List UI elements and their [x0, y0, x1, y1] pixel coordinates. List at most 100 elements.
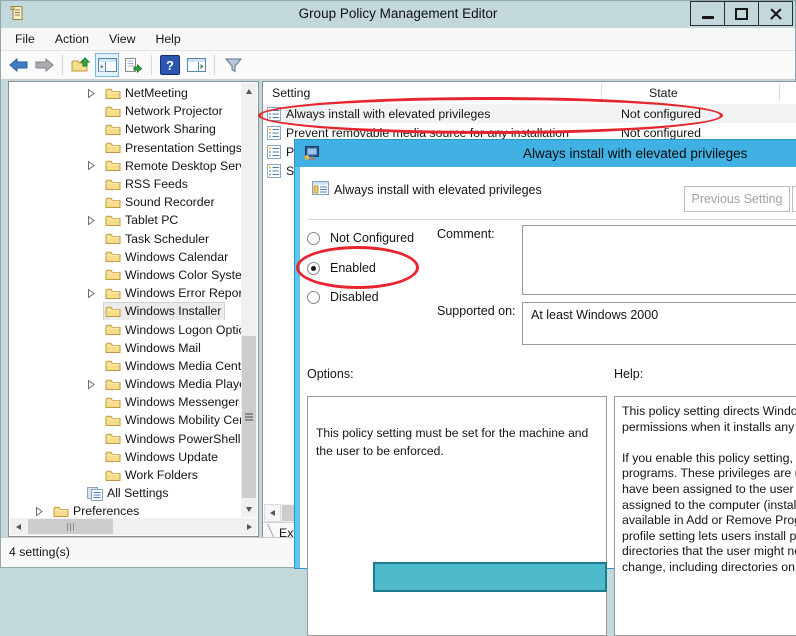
help-icon: ? [160, 55, 180, 75]
scroll-right-button[interactable] [241, 518, 257, 535]
tree-item-content[interactable]: Sound Recorder [103, 193, 219, 211]
tree-item-windows-calendar[interactable]: Windows Calendar [9, 248, 241, 266]
tree-item-content[interactable]: NetMeeting [103, 84, 192, 102]
tree-item-tablet-pc[interactable]: Tablet PC [9, 211, 241, 229]
tree-item-rss-feeds[interactable]: RSS Feeds [9, 175, 241, 193]
tree-item-label: Windows Mail [125, 341, 201, 355]
show-console-tree-button[interactable] [95, 53, 119, 77]
tree-item-content[interactable]: Windows Error Reporting [103, 284, 241, 302]
tree-item-windows-update[interactable]: Windows Update [9, 448, 241, 466]
tree-item-content[interactable]: Windows Logon Options [103, 320, 241, 338]
tree-item-network-projector[interactable]: Network Projector [9, 102, 241, 120]
tree-item-content[interactable]: Task Scheduler [103, 230, 213, 248]
tree-item-sound-recorder[interactable]: Sound Recorder [9, 193, 241, 211]
tree-item-netmeeting[interactable]: NetMeeting [9, 84, 241, 102]
expand-chevron-icon[interactable] [87, 215, 103, 226]
back-button[interactable] [6, 53, 30, 77]
tree-item-content[interactable]: Network Projector [103, 102, 227, 120]
scroll-left-button[interactable] [264, 504, 281, 522]
tree-item-windows-error-reporting[interactable]: Windows Error Reporting [9, 284, 241, 302]
tree-item-content[interactable]: Windows Color System [103, 266, 241, 284]
menu-bar: FileActionViewHelp [1, 28, 795, 51]
tree-item-label: Network Sharing [125, 122, 216, 136]
tree-item-content[interactable]: Remote Desktop Services [103, 157, 241, 175]
up-one-level-button[interactable] [69, 53, 93, 77]
next-setting-button[interactable] [792, 186, 796, 212]
tree-item-content[interactable]: Windows Media Player [103, 375, 241, 393]
export-list-button[interactable] [121, 53, 145, 77]
selected-tree-item-highlight[interactable]: Windows Installer [103, 302, 225, 320]
expand-chevron-icon[interactable] [87, 88, 103, 99]
tree-item-content[interactable]: Windows Media Center [103, 357, 241, 375]
radio-not-configured[interactable]: Not Configured [307, 231, 414, 245]
tree-item-task-scheduler[interactable]: Task Scheduler [9, 230, 241, 248]
tree-item-content[interactable]: Windows PowerShell [103, 430, 241, 448]
tree-item-content[interactable]: Preferences [51, 502, 143, 517]
column-header-setting[interactable]: Setting [272, 86, 310, 100]
expand-chevron-icon[interactable] [35, 506, 51, 517]
help-button[interactable]: ? [158, 53, 182, 77]
tree-item-all-settings[interactable]: All Settings [9, 484, 241, 502]
tree-item-content[interactable]: Windows Calendar [103, 248, 232, 266]
tree-item-preferences[interactable]: Preferences [9, 502, 241, 517]
column-header-state[interactable]: State [649, 86, 678, 100]
tree-item-content[interactable]: Network Sharing [103, 120, 220, 138]
tree-item-content[interactable]: Windows Mail [103, 339, 205, 357]
comment-textarea[interactable] [522, 225, 796, 295]
radio-enabled[interactable]: Enabled [307, 261, 376, 275]
filter-button[interactable] [221, 53, 245, 77]
scroll-left-button[interactable] [10, 518, 26, 535]
tree-item-network-sharing[interactable]: Network Sharing [9, 120, 241, 138]
menu-help[interactable]: Help [145, 29, 190, 50]
tree-item-content[interactable]: Windows Messenger [103, 393, 241, 411]
tree-item-work-folders[interactable]: Work Folders [9, 466, 241, 484]
close-button[interactable] [758, 1, 793, 26]
minimize-button[interactable] [690, 1, 725, 26]
tree-item-list: NetMeetingNetwork Projector Network Shari… [9, 84, 241, 517]
radio-button-icon[interactable] [307, 291, 320, 304]
show-action-pane-button[interactable] [184, 53, 208, 77]
scroll-down-button[interactable] [241, 501, 257, 517]
expand-chevron-icon[interactable] [87, 288, 103, 299]
tree-item-windows-color-system[interactable]: Windows Color System [9, 266, 241, 284]
expand-chevron-icon[interactable] [87, 379, 103, 390]
expand-chevron-icon[interactable] [87, 160, 103, 171]
tree-item-content[interactable]: RSS Feeds [103, 175, 192, 193]
tree-item-windows-mobility-center[interactable]: Windows Mobility Center [9, 411, 241, 429]
tree-item-content[interactable]: Work Folders [103, 466, 202, 484]
tree-item-content[interactable]: All Settings [85, 484, 173, 502]
tree-item-content[interactable]: Tablet PC [103, 211, 182, 229]
tree-vertical-scrollbar[interactable] [241, 83, 257, 517]
tree-item-content[interactable]: Presentation Settings [103, 139, 241, 157]
tree-item-windows-media-center[interactable]: Windows Media Center [9, 357, 241, 375]
radio-button-icon[interactable] [307, 232, 320, 245]
tree-item-windows-powershell[interactable]: Windows PowerShell [9, 430, 241, 448]
maximize-button[interactable] [724, 1, 759, 26]
menu-file[interactable]: File [5, 29, 45, 50]
column-separator[interactable] [601, 84, 602, 101]
horizontal-scroll-thumb[interactable] [28, 519, 113, 534]
vertical-scroll-thumb[interactable] [242, 336, 256, 498]
setting-row[interactable]: Always install with elevated privilegesN… [263, 104, 796, 123]
menu-view[interactable]: View [99, 29, 145, 50]
menu-action[interactable]: Action [45, 29, 99, 50]
tree-item-content[interactable]: Windows Update [103, 448, 222, 466]
previous-setting-button[interactable]: Previous Setting [684, 186, 790, 212]
radio-button-icon[interactable] [307, 262, 320, 275]
column-separator[interactable] [779, 84, 780, 101]
tree-item-windows-media-player[interactable]: Windows Media Player [9, 375, 241, 393]
tree-horizontal-scrollbar[interactable] [10, 518, 257, 535]
radio-disabled[interactable]: Disabled [307, 290, 379, 304]
setting-state: Not configured [621, 107, 701, 121]
scroll-up-button[interactable] [241, 83, 257, 99]
tree-item-windows-mail[interactable]: Windows Mail [9, 339, 241, 357]
tree-item-remote-desktop-services[interactable]: Remote Desktop Services [9, 157, 241, 175]
tree-item-windows-messenger[interactable]: Windows Messenger [9, 393, 241, 411]
tree-item-label: Preferences [73, 504, 139, 517]
tree-item-presentation-settings[interactable]: Presentation Settings [9, 139, 241, 157]
tree-item-windows-installer[interactable]: Windows Installer [9, 302, 241, 320]
forward-button[interactable] [32, 53, 56, 77]
help-text-box[interactable]: This policy setting directs Windowpermis… [614, 396, 796, 636]
tree-item-windows-logon-options[interactable]: Windows Logon Options [9, 320, 241, 338]
tree-item-content[interactable]: Windows Mobility Center [103, 411, 241, 429]
